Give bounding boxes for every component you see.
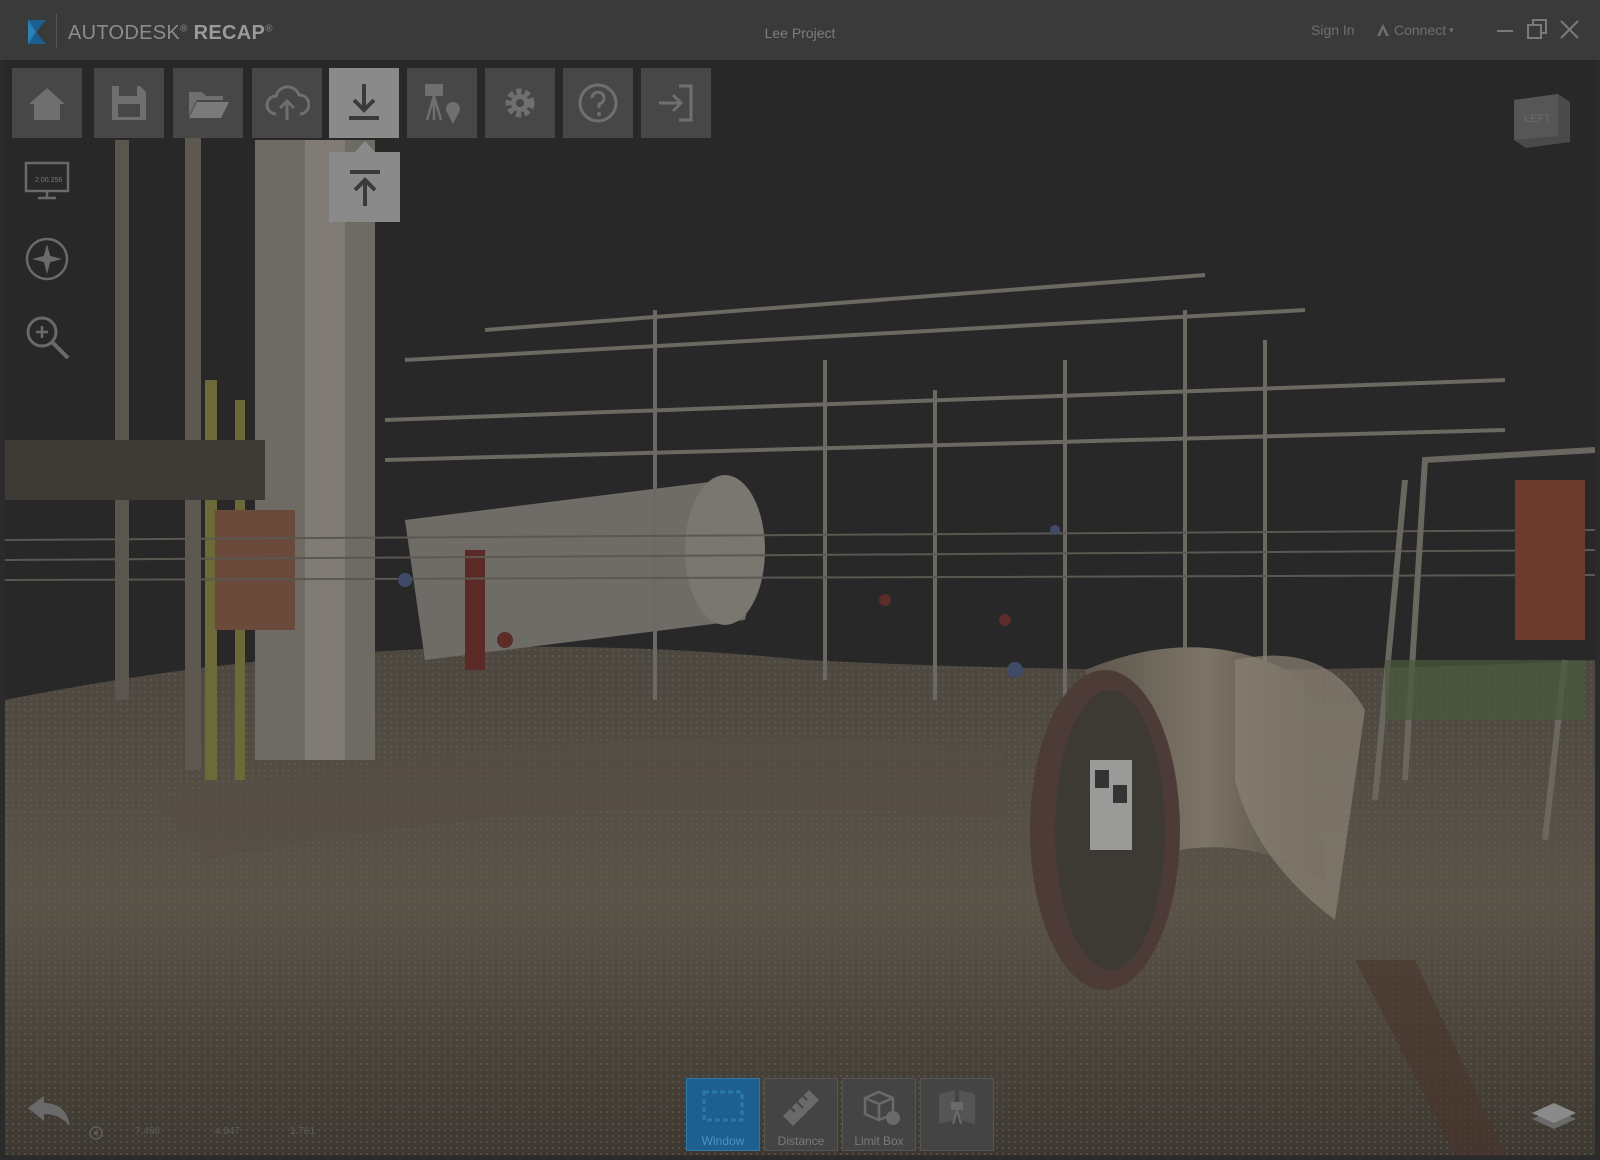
- coordinate-y: 4.847: [215, 1126, 241, 1137]
- import-button[interactable]: [329, 68, 399, 138]
- distance-button[interactable]: Distance: [764, 1078, 838, 1151]
- scan-location-icon: [425, 84, 460, 124]
- flyout-pointer: [355, 141, 375, 152]
- window-select-icon: [702, 1090, 744, 1122]
- window-title: Lee Project: [764, 25, 836, 41]
- distance-label: Distance: [777, 1134, 825, 1148]
- save-icon: [112, 86, 146, 120]
- point-cloud-scene: [5, 60, 1595, 1155]
- export-button[interactable]: [329, 152, 400, 222]
- layers-icon[interactable]: [1528, 1095, 1580, 1137]
- restore-icon[interactable]: [1524, 16, 1552, 44]
- exit-button[interactable]: [641, 68, 711, 138]
- cloud-upload-icon: [265, 85, 310, 120]
- window-select-button[interactable]: Window: [686, 1078, 760, 1151]
- limit-box-icon: [863, 1090, 900, 1125]
- close-icon[interactable]: [1556, 16, 1584, 44]
- ruler-icon: [783, 1090, 819, 1126]
- compass-icon: [25, 237, 69, 281]
- undo-icon[interactable]: [22, 1092, 74, 1132]
- open-button[interactable]: [173, 68, 243, 138]
- navigation-wheel-button[interactable]: [20, 232, 74, 286]
- scan-view-icon: [939, 1090, 975, 1125]
- chevron-down-icon: ▾: [1449, 24, 1454, 35]
- help-button[interactable]: [563, 68, 633, 138]
- folder-open-icon: [189, 92, 229, 118]
- coordinate-x: 7.498: [135, 1126, 161, 1137]
- title-bar: AUTODESK® RECAP® Lee Project Sign In Con…: [0, 0, 1600, 60]
- export-icon: [349, 170, 380, 206]
- view-cube-face-label: LEFT: [1524, 113, 1551, 125]
- zoom-button[interactable]: [20, 310, 74, 364]
- settings-button[interactable]: [485, 68, 555, 138]
- home-icon: [29, 88, 65, 120]
- coordinate-origin-icon: [89, 1126, 103, 1140]
- upload-button[interactable]: [252, 68, 322, 138]
- gear-icon: [505, 88, 535, 118]
- help-icon: [578, 83, 618, 123]
- scan-view-button[interactable]: [920, 1078, 994, 1151]
- limit-box-button[interactable]: Limit Box: [842, 1078, 916, 1151]
- autodesk-a-icon: [1377, 24, 1389, 36]
- exit-icon: [659, 84, 693, 122]
- minimize-icon[interactable]: [1492, 16, 1520, 44]
- import-icon: [349, 84, 379, 120]
- connect-menu[interactable]: Connect ▾: [1375, 22, 1454, 38]
- coordinate-z: 1.761: [290, 1126, 316, 1137]
- point-cloud-viewport[interactable]: [5, 60, 1595, 1155]
- scan-location-button[interactable]: [407, 68, 477, 138]
- connect-label: Connect: [1394, 22, 1447, 38]
- limit-box-label: Limit Box: [854, 1134, 904, 1148]
- save-button[interactable]: [94, 68, 164, 138]
- display-value-label: 2.00.256: [35, 177, 63, 184]
- view-cube[interactable]: LEFT: [1510, 90, 1572, 148]
- home-button[interactable]: [12, 68, 82, 138]
- window-select-label: Window: [701, 1134, 745, 1148]
- zoom-icon: [26, 316, 70, 360]
- sign-in-link[interactable]: Sign In: [1311, 22, 1355, 38]
